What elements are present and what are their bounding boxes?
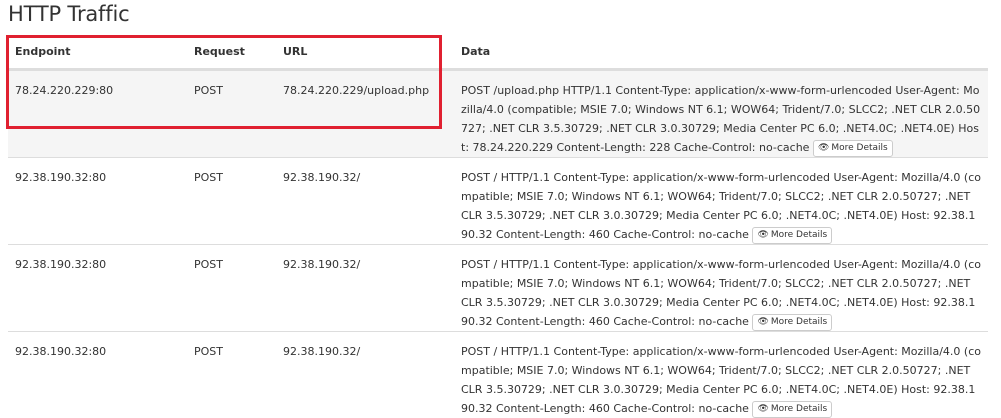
more-details-label: More Details (770, 403, 828, 414)
cell-data-text: POST / HTTP/1.1 Content-Type: applicatio… (461, 258, 981, 328)
cell-endpoint: 78.24.220.229:80 (15, 84, 114, 97)
header-endpoint: Endpoint (15, 45, 71, 58)
cell-request: POST (194, 345, 223, 358)
cell-data: POST / HTTP/1.1 Content-Type: applicatio… (461, 342, 981, 418)
header-request: Request (194, 45, 245, 58)
more-details-button[interactable]: 👁 More Details (752, 226, 833, 244)
table-row: 92.38.190.32:80 POST 92.38.190.32/ POST … (8, 331, 988, 418)
cell-url: 92.38.190.32/ (283, 171, 361, 184)
more-details-button[interactable]: 👁 More Details (752, 313, 833, 331)
cell-data: POST / HTTP/1.1 Content-Type: applicatio… (461, 255, 981, 331)
cell-data-text: POST / HTTP/1.1 Content-Type: applicatio… (461, 345, 981, 415)
cell-url: 78.24.220.229/upload.php (283, 84, 430, 97)
more-details-label: More Details (770, 229, 828, 240)
header-url: URL (283, 45, 308, 58)
cell-request: POST (194, 258, 223, 271)
cell-endpoint: 92.38.190.32:80 (15, 258, 107, 271)
cell-data-text: POST / HTTP/1.1 Content-Type: applicatio… (461, 171, 981, 241)
more-details-label: More Details (770, 316, 828, 327)
table-row: 92.38.190.32:80 POST 92.38.190.32/ POST … (8, 244, 988, 331)
cell-request: POST (194, 171, 223, 184)
cell-data: POST /upload.php HTTP/1.1 Content-Type: … (461, 81, 981, 157)
eye-icon: 👁 (817, 142, 830, 153)
cell-request: POST (194, 84, 223, 97)
cell-endpoint: 92.38.190.32:80 (15, 171, 107, 184)
more-details-button[interactable]: 👁 More Details (752, 400, 833, 418)
table-header: Endpoint Request URL Data (8, 36, 988, 70)
more-details-button[interactable]: 👁 More Details (812, 139, 893, 157)
more-details-label: More Details (831, 142, 888, 153)
header-data: Data (461, 45, 491, 58)
cell-endpoint: 92.38.190.32:80 (15, 345, 107, 358)
cell-url: 92.38.190.32/ (283, 345, 361, 358)
cell-url: 92.38.190.32/ (283, 258, 361, 271)
table-row: 78.24.220.229:80 POST 78.24.220.229/uplo… (8, 70, 988, 157)
eye-icon: 👁 (757, 229, 769, 240)
table-row: 92.38.190.32:80 POST 92.38.190.32/ POST … (8, 157, 988, 244)
cell-data: POST / HTTP/1.1 Content-Type: applicatio… (461, 168, 981, 244)
cell-data-text: POST /upload.php HTTP/1.1 Content-Type: … (461, 84, 981, 154)
eye-icon: 👁 (757, 403, 769, 414)
page-title: HTTP Traffic (8, 2, 130, 26)
http-traffic-table: Endpoint Request URL Data 78.24.220.229:… (8, 36, 988, 418)
eye-icon: 👁 (757, 316, 769, 327)
